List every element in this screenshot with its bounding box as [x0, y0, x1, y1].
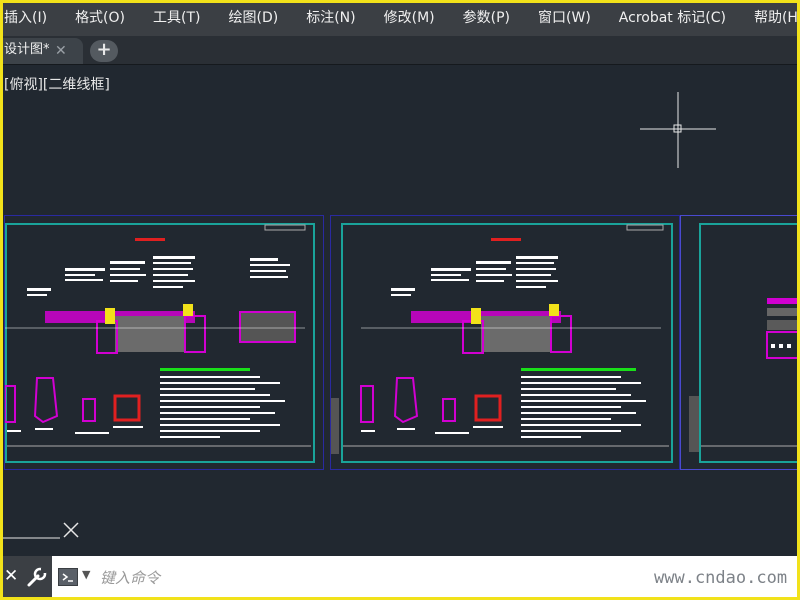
- menu-parametric[interactable]: 参数(P): [449, 0, 524, 36]
- new-tab-button[interactable]: +: [90, 40, 118, 62]
- drawing-sheet-1-content: [5, 224, 311, 447]
- drawing-sheet-1[interactable]: [4, 215, 324, 470]
- document-tab-bar: 设计图* ✕ +: [0, 36, 800, 65]
- wrench-icon[interactable]: [26, 566, 48, 588]
- close-icon[interactable]: ✕: [4, 566, 18, 586]
- drawing-sheet-2-content: [331, 224, 669, 454]
- command-line-controls: ✕: [0, 556, 52, 600]
- menu-window[interactable]: 窗口(W): [524, 0, 605, 36]
- document-tab[interactable]: 设计图* ✕: [0, 38, 83, 64]
- menu-format[interactable]: 格式(O): [61, 0, 139, 36]
- command-prompt-icon[interactable]: [58, 568, 78, 586]
- menu-bar: 插入(I) 格式(O) 工具(T) 绘图(D) 标注(N) 修改(M) 参数(P…: [0, 0, 800, 36]
- ucs-icon: [0, 522, 79, 539]
- drawing-sheet-3[interactable]: [680, 215, 800, 470]
- viewport-view-control[interactable]: [俯视][二维线框]: [4, 74, 110, 94]
- menu-dimension[interactable]: 标注(N): [292, 0, 369, 36]
- menu-modify[interactable]: 修改(M): [370, 0, 449, 36]
- chevron-down-icon[interactable]: ▼: [82, 568, 90, 581]
- drawing-sheet-2[interactable]: [330, 215, 680, 470]
- command-line: ✕ ▼ www.cndao.com: [0, 556, 800, 600]
- crosshair-cursor-icon: [640, 92, 716, 168]
- menu-acrobat-markup[interactable]: Acrobat 标记(C): [605, 0, 740, 36]
- document-tab-title: 设计图*: [4, 42, 50, 57]
- menu-help[interactable]: 帮助(H): [740, 0, 800, 36]
- watermark-text: www.cndao.com: [654, 568, 788, 588]
- command-input[interactable]: [98, 564, 622, 592]
- menu-draw[interactable]: 绘图(D): [215, 0, 293, 36]
- menu-tools[interactable]: 工具(T): [139, 0, 214, 36]
- menu-insert[interactable]: 插入(I): [0, 0, 61, 36]
- close-icon[interactable]: ✕: [55, 39, 67, 63]
- drawing-sheet-3-content: [689, 298, 800, 452]
